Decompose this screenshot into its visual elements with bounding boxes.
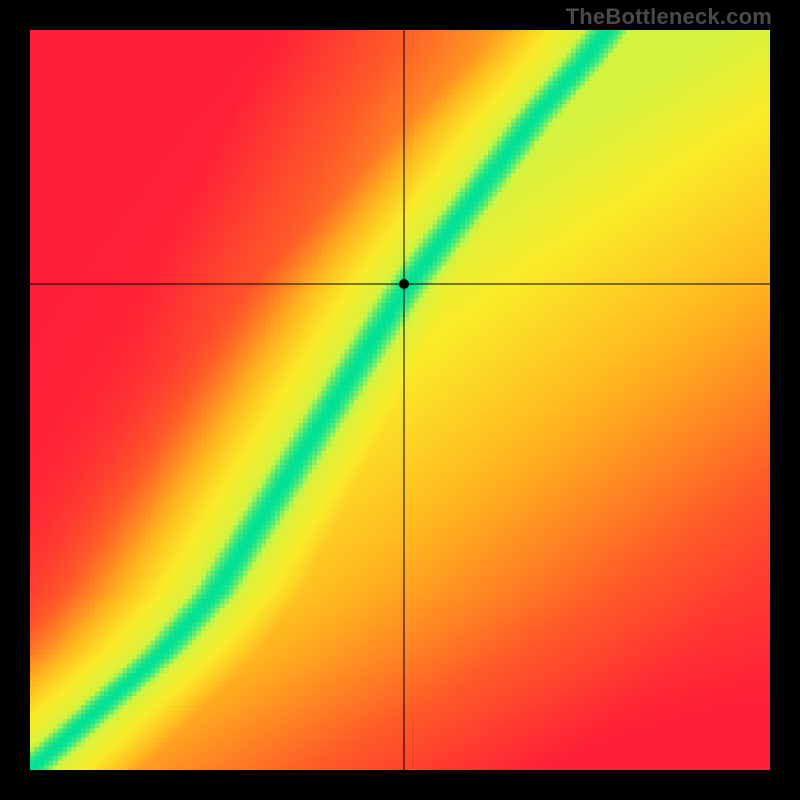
watermark-text: TheBottleneck.com [566, 4, 772, 30]
chart-container: TheBottleneck.com [0, 0, 800, 800]
plot-area [30, 30, 770, 770]
overlay-svg [30, 30, 770, 770]
marker-dot [399, 279, 409, 289]
